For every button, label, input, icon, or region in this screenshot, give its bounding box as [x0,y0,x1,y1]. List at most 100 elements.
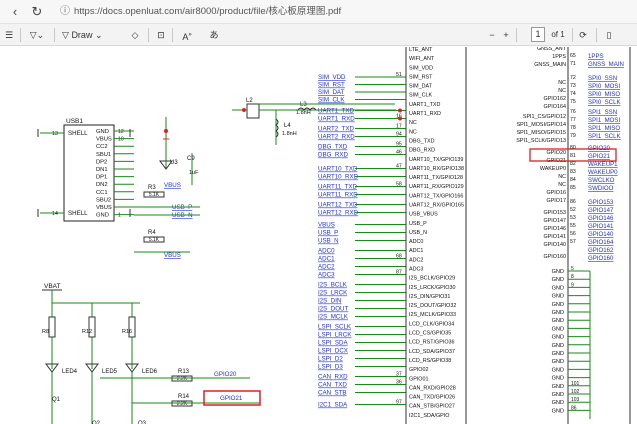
module-pin-name: UART10_TX/GPIO139 [409,157,463,163]
toolbar-divider [20,28,21,42]
module-pin-name: I2C1_SDA/GPIO [409,413,449,419]
resistor-body [48,316,56,338]
module-pin-name: I2S_BCLK/GPIO29 [409,276,455,282]
zoom-out-icon[interactable]: − [486,26,498,44]
page-number-input[interactable]: 1 [531,27,545,42]
pin-number: 51 [396,72,402,78]
resistor-value: 5.1K [149,192,160,198]
resistor-value: 2.2K [177,376,188,382]
usb-right-pin: DN2 [96,182,108,188]
net-label: SWDIOO [588,185,614,192]
gnd-pin-name: GND [552,400,564,406]
module-pin-name: I2S_DOUT/GPIO32 [409,303,456,309]
gnd-pin-name: GND [552,285,564,291]
toolbar-divider [516,28,517,42]
filter-icon[interactable]: ▽⌄ [26,26,48,44]
url-field[interactable]: ⓘ https://docs.openluat.com/air8000/prod… [58,3,618,21]
net-label: WAKEUP0 [588,169,618,176]
toolbar-divider [596,28,597,42]
gnd-pin-name: GND [552,277,564,283]
module-pin-name: 1PPS [552,54,566,60]
module-pin-name: GNSS_MAIN [534,62,566,68]
read-aloud-icon[interactable]: A» [178,26,196,44]
gnd-pin-name: GND [552,376,564,382]
usb-right-pin: SBU1 [96,152,111,158]
net-label: SIM_VDD [318,74,346,81]
back-icon[interactable]: ‹ [6,3,24,21]
pin-number: 80 [570,145,576,151]
net-label: VBUS [164,252,181,259]
gnd-pin-name: GND [552,351,564,357]
net-label: ADC2 [318,264,335,271]
module-pin-name: LCD_SDA/GPIO37 [409,349,455,355]
net-label: USB_N [318,238,339,245]
translate-icon[interactable]: あ [205,26,223,44]
net-label: GPIO146 [588,215,614,222]
pin-number: 36 [396,380,402,386]
usb-right-pin: SBU2 [96,197,111,203]
usb-right-pin: VBUS [96,137,112,143]
text-icon[interactable]: ⊡ [154,26,168,44]
pin-number: 46 [396,150,402,156]
net-label: I2S_LRCK [318,290,348,297]
page-total: of 1 [551,30,565,39]
rotate-icon[interactable]: ⟳ [576,26,590,44]
usb-pin-number: 12 [118,129,124,135]
gnd-pin-name: GND [552,302,564,308]
pin-number: 37 [396,372,402,378]
module-pin-name: UART1_TXD [409,102,440,108]
antenna-switch [246,103,260,119]
pin-number: 83 [570,169,576,175]
net-label: SIM_RST [318,82,345,89]
net-label: SPI1_MOSI [588,117,620,124]
net-label: ADC0 [318,248,335,255]
inductor-value: 1.8nH [296,110,311,116]
usb-connector-label: USB1 [66,118,83,125]
net-label: CAN_TXD [318,382,347,389]
pin-number: 73 [570,83,576,89]
toolbar-divider [172,28,173,42]
net-label: SPI0_SCLK [588,99,621,106]
net-label: UART12_RXD [318,210,359,217]
net-label: 1PPS [588,53,604,60]
net-label: I2S_BCLK [318,282,348,289]
net-label: UART2_RXD [318,134,355,141]
usb-right-pin: GND [96,129,109,135]
eraser-icon[interactable]: ◇ [128,26,142,44]
resistor-label: R13 [178,369,190,375]
net-label: GPIO160 [588,255,614,262]
transistor-label: Q1 [52,397,61,403]
inductor-label: L3 [300,102,307,108]
pin-number: 53 [570,215,576,221]
usb-right-pin: VBUS [96,205,112,211]
book-icon[interactable]: ▯ [602,26,616,44]
module-pin-name: GPIO141 [544,234,566,240]
draw-button[interactable]: ▽ Draw ⌄ [62,26,108,44]
zoom-in-icon[interactable]: + [500,26,512,44]
usb-right-pin: CC2 [96,144,108,150]
pin-number: 84 [570,177,576,183]
module-pin-name: LCD_CS/GPIO35 [409,331,451,337]
pin-number: 8 [571,274,574,280]
module-pin-name: LTE_ANT [409,47,433,53]
gnd-pin-name: GND [552,359,564,365]
module-pin-name: USB_N [409,230,427,236]
net-label: WAKEUP1 [588,161,618,168]
info-icon[interactable]: ⓘ [60,3,70,21]
pin-number: 5 [571,266,574,272]
resistor-label: R12 [82,329,92,335]
module-pin-name: LCD_RS/GPIO38 [409,358,451,364]
net-label: ADC1 [318,256,335,263]
contents-icon[interactable]: ☰ [2,26,16,44]
gnd-pin-name: GND [552,269,564,275]
net-label: GPIO140 [588,231,614,238]
net-label: I2S_DIN [318,298,341,305]
net-label: LSPI_LRCK [318,332,352,339]
net-label: GPIO147 [588,207,614,214]
pin-number: 94 [396,132,402,138]
resistor-value: 2.2K [177,401,188,407]
net-label: ADC3 [318,272,335,279]
refresh-icon[interactable]: ↻ [28,3,46,21]
net-label: SIM_DAT [318,89,345,96]
net-label: USB_P [318,230,338,237]
